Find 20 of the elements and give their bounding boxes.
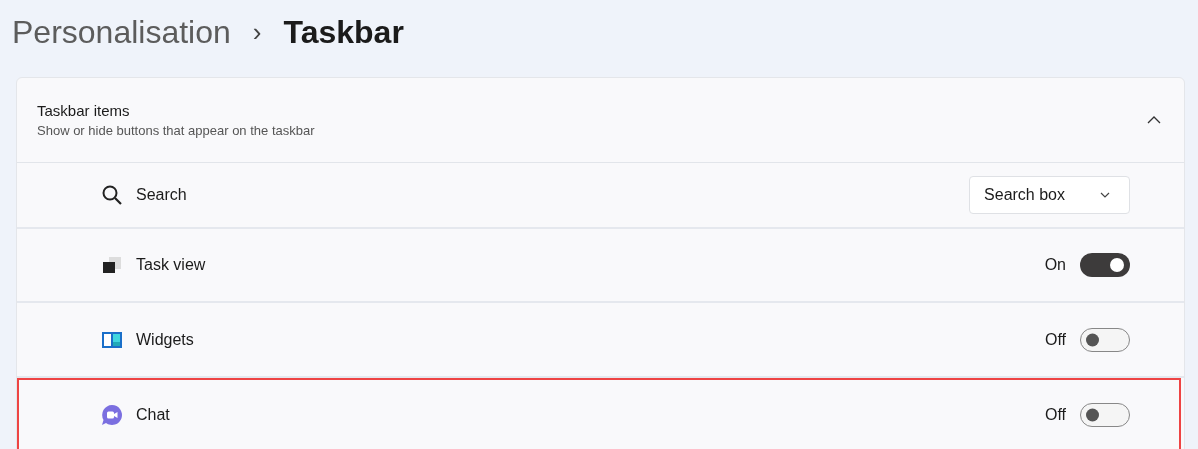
search-icon <box>101 184 123 206</box>
toggle-state-label: On <box>1044 256 1066 274</box>
page-title: Taskbar <box>283 13 404 51</box>
setting-label: Widgets <box>136 330 194 349</box>
setting-label: Chat <box>136 405 170 424</box>
section-title: Taskbar items <box>37 102 131 119</box>
section-header[interactable]: Taskbar items Show or hide buttons that appear on the taskbar <box>17 78 1184 163</box>
breadcrumb-separator: › <box>252 16 262 48</box>
setting-label: Search <box>136 186 187 204</box>
search-dropdown[interactable]: Search box <box>969 176 1130 214</box>
toggle-state-label: Off <box>1044 330 1066 349</box>
taskview-icon <box>101 254 123 276</box>
breadcrumb-parent[interactable]: Personalisation <box>12 13 231 51</box>
setting-label: Task view <box>136 256 206 274</box>
chat-icon <box>101 403 123 426</box>
toggle-state-label: Off <box>1044 405 1066 424</box>
toggle-switch[interactable] <box>1080 253 1130 277</box>
section-subtitle: Show or hide buttons that appear on the taskbar <box>37 123 316 138</box>
toggle-switch[interactable] <box>1080 402 1130 427</box>
toggle-switch[interactable] <box>1080 327 1130 352</box>
